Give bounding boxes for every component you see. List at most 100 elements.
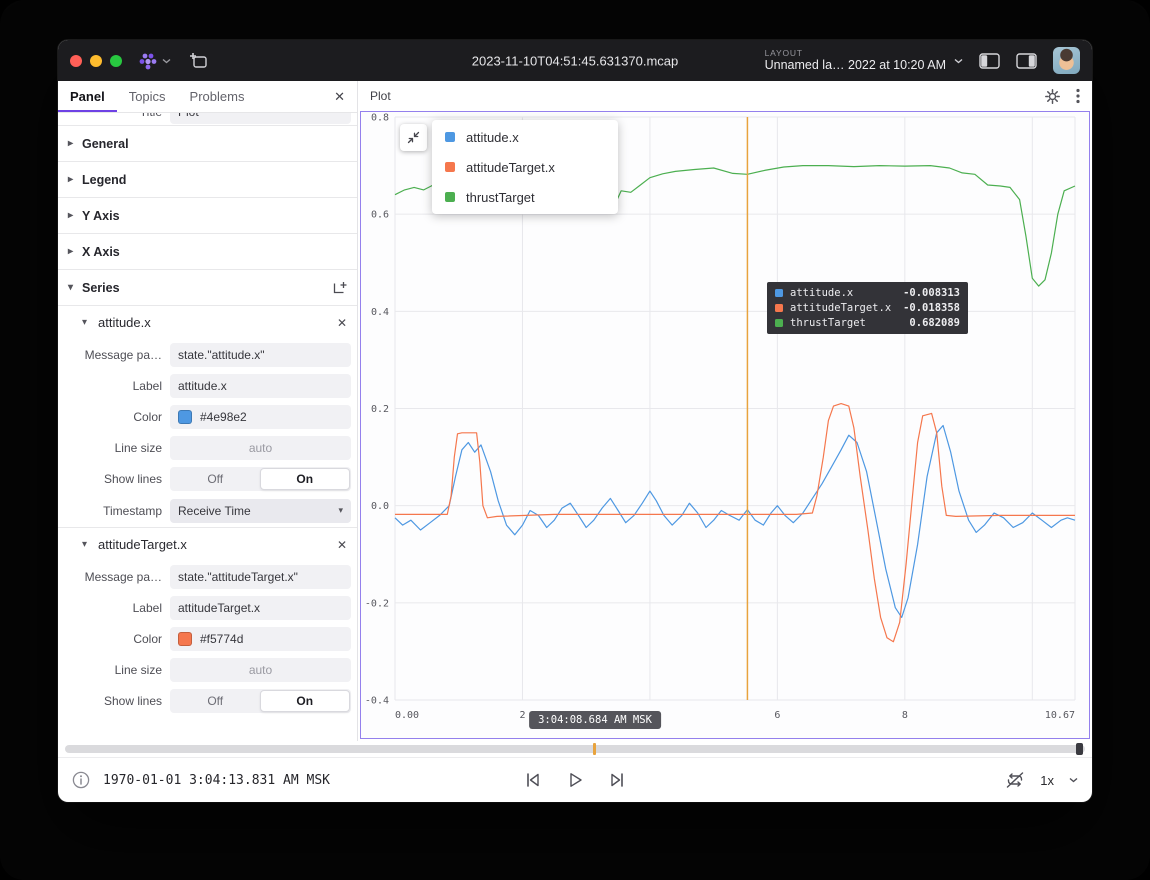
message-path-input[interactable]: state."attitudeTarget.x" bbox=[170, 565, 351, 589]
show-lines-off-option[interactable]: Off bbox=[171, 690, 260, 712]
tooltip-row: attitude.x -0.008313 bbox=[775, 287, 960, 299]
svg-text:0.6: 0.6 bbox=[371, 210, 389, 221]
show-lines-toggle[interactable]: Off On bbox=[170, 467, 351, 491]
scrubber-track[interactable] bbox=[65, 745, 1085, 753]
right-sidebar-icon bbox=[1016, 53, 1037, 69]
legend-label: attitudeTarget.x bbox=[466, 160, 555, 175]
legend-item[interactable]: thrustTarget bbox=[432, 182, 618, 212]
zoom-window-button[interactable] bbox=[110, 55, 122, 67]
hover-time-bubble: 3:04:08.684 AM MSK bbox=[529, 711, 661, 729]
app-menu-button[interactable] bbox=[138, 52, 171, 70]
gear-icon bbox=[1045, 89, 1060, 104]
tooltip-swatch bbox=[775, 319, 783, 327]
window-title: 2023-11-10T04:51:45.631370.mcap bbox=[472, 53, 678, 68]
section-label: Series bbox=[82, 281, 120, 295]
line-size-input[interactable]: auto bbox=[170, 436, 351, 460]
chevron-right-icon: ▸ bbox=[68, 246, 82, 257]
series-attitude-target-x-header[interactable]: ▾ attitudeTarget.x ✕ bbox=[58, 528, 357, 561]
color-input[interactable]: #f5774d bbox=[170, 627, 351, 651]
playback-position-marker[interactable] bbox=[593, 743, 596, 755]
plot-legend: attitude.x attitudeTarget.x thrustTarget bbox=[432, 120, 618, 214]
add-series-icon bbox=[332, 280, 347, 295]
line-size-label: Line size bbox=[58, 441, 162, 455]
section-general[interactable]: ▸ General bbox=[58, 126, 357, 162]
legend-swatch[interactable] bbox=[445, 162, 455, 172]
skip-forward-icon bbox=[608, 771, 627, 789]
panel-menu-button[interactable] bbox=[1076, 88, 1080, 104]
show-lines-off-option[interactable]: Off bbox=[171, 468, 260, 490]
section-legend[interactable]: ▸ Legend bbox=[58, 162, 357, 198]
speed-dropdown-button[interactable] bbox=[1069, 777, 1078, 783]
close-sidebar-button[interactable]: ✕ bbox=[322, 81, 357, 112]
toggle-right-sidebar-button[interactable] bbox=[1016, 53, 1037, 69]
layout-label: LAYOUT bbox=[765, 48, 946, 58]
svg-text:0.4: 0.4 bbox=[371, 307, 389, 318]
label-input[interactable]: attitudeTarget.x bbox=[170, 596, 351, 620]
playback-speed[interactable]: 1x bbox=[1040, 773, 1054, 788]
add-series-button[interactable] bbox=[332, 280, 347, 295]
tab-topics[interactable]: Topics bbox=[117, 81, 178, 112]
message-path-label: Message pa… bbox=[58, 570, 162, 584]
add-panel-button[interactable] bbox=[189, 52, 208, 70]
svg-text:-0.4: -0.4 bbox=[365, 696, 389, 707]
plot-chart-area[interactable]: 0.80.60.40.20.0-0.2-0.40.00246810.67 att… bbox=[360, 111, 1090, 739]
tab-panel[interactable]: Panel bbox=[58, 81, 117, 112]
legend-swatch[interactable] bbox=[445, 192, 455, 202]
section-label: Legend bbox=[82, 173, 126, 187]
playback-scrubber[interactable] bbox=[58, 741, 1092, 757]
clipped-title-row: Title Plot bbox=[58, 113, 357, 126]
settings-scroll[interactable]: Title Plot ▸ General ▸ Legend ▸ Y bbox=[58, 113, 357, 741]
layout-selector[interactable]: LAYOUT Unnamed la… 2022 at 10:20 AM bbox=[765, 48, 963, 73]
content-area: Panel Topics Problems ✕ Title Plot ▸ G bbox=[58, 81, 1092, 741]
seek-backward-button[interactable] bbox=[523, 771, 542, 789]
chevron-down-icon bbox=[954, 58, 963, 64]
tooltip-label: attitude.x bbox=[790, 287, 853, 299]
panel-settings-button[interactable] bbox=[1045, 89, 1060, 104]
add-panel-icon bbox=[189, 52, 208, 70]
chevron-down-icon: ▾ bbox=[82, 317, 96, 328]
legend-item[interactable]: attitude.x bbox=[432, 122, 618, 152]
show-lines-on-option[interactable]: On bbox=[260, 690, 351, 712]
seek-forward-button[interactable] bbox=[608, 771, 627, 789]
titlebar: 2023-11-10T04:51:45.631370.mcap LAYOUT U… bbox=[58, 40, 1092, 81]
title-field-label: Title bbox=[58, 113, 162, 119]
show-lines-on-option[interactable]: On bbox=[260, 468, 351, 490]
foxglove-logo-icon bbox=[138, 52, 158, 70]
chevron-down-icon bbox=[162, 58, 171, 64]
close-window-button[interactable] bbox=[70, 55, 82, 67]
toggle-left-sidebar-button[interactable] bbox=[979, 53, 1000, 69]
section-x-axis[interactable]: ▸ X Axis bbox=[58, 234, 357, 270]
section-y-axis[interactable]: ▸ Y Axis bbox=[58, 198, 357, 234]
timestamp-select[interactable]: Receive Time ▾ bbox=[170, 499, 351, 523]
play-button[interactable] bbox=[566, 771, 584, 789]
legend-item[interactable]: attitudeTarget.x bbox=[432, 152, 618, 182]
left-sidebar-icon bbox=[979, 53, 1000, 69]
series-name: attitudeTarget.x bbox=[98, 537, 187, 552]
color-swatch[interactable] bbox=[178, 632, 192, 646]
minimize-window-button[interactable] bbox=[90, 55, 102, 67]
play-icon bbox=[566, 771, 584, 789]
legend-collapse-button[interactable] bbox=[400, 124, 427, 151]
series-attitude-x-header[interactable]: ▾ attitude.x ✕ bbox=[58, 306, 357, 339]
close-icon: ✕ bbox=[334, 89, 345, 104]
color-field-label: Color bbox=[58, 410, 162, 424]
playback-info-button[interactable] bbox=[72, 771, 90, 789]
section-series[interactable]: ▾ Series bbox=[58, 270, 357, 306]
tab-problems[interactable]: Problems bbox=[178, 81, 257, 112]
remove-series-button[interactable]: ✕ bbox=[337, 538, 347, 552]
tooltip-label: thrustTarget bbox=[790, 317, 866, 329]
loop-toggle-button[interactable] bbox=[1005, 771, 1025, 789]
message-path-input[interactable]: state."attitude.x" bbox=[170, 343, 351, 367]
remove-series-button[interactable]: ✕ bbox=[337, 316, 347, 330]
color-input[interactable]: #4e98e2 bbox=[170, 405, 351, 429]
show-lines-toggle[interactable]: Off On bbox=[170, 689, 351, 713]
color-swatch[interactable] bbox=[178, 410, 192, 424]
label-input[interactable]: attitude.x bbox=[170, 374, 351, 398]
section-label: General bbox=[82, 137, 129, 151]
title-input[interactable]: Plot bbox=[170, 113, 351, 124]
legend-swatch[interactable] bbox=[445, 132, 455, 142]
kebab-menu-icon bbox=[1076, 88, 1080, 104]
line-size-input[interactable]: auto bbox=[170, 658, 351, 682]
avatar[interactable] bbox=[1053, 47, 1080, 74]
playback-bar: 1970-01-01 3:04:13.831 AM MSK bbox=[58, 757, 1092, 802]
